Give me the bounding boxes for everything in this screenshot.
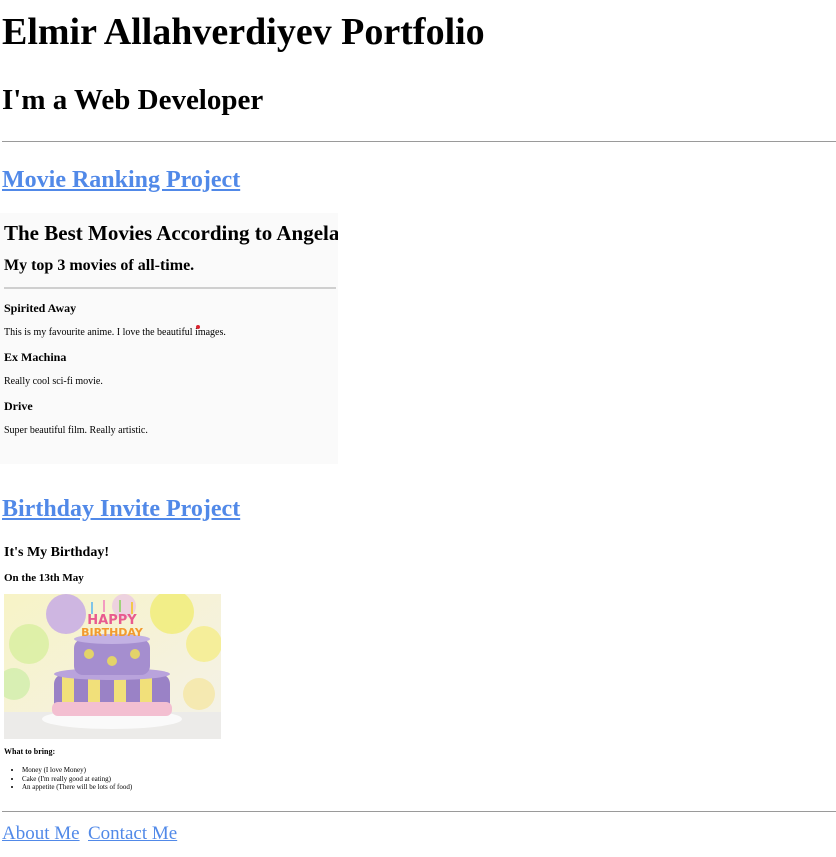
birthday-cake-image: HAPPY BIRTHDAY bbox=[4, 594, 221, 739]
movie-ranking-project-link[interactable]: Movie Ranking Project bbox=[2, 166, 240, 194]
page-subtitle: I'm a Web Developer bbox=[2, 84, 264, 116]
birthday-invite-project-link[interactable]: Birthday Invite Project bbox=[2, 495, 240, 523]
preview-movie-description: Super beautiful film. Really artistic. bbox=[4, 425, 148, 436]
preview-movie-description: Really cool sci-fi movie. bbox=[4, 376, 103, 387]
contact-me-link[interactable]: Contact Me bbox=[88, 823, 177, 845]
list-item: Money (I love Money) bbox=[22, 766, 132, 775]
page-title: Elmir Allahverdiyev Portfolio bbox=[2, 11, 485, 53]
divider-top bbox=[2, 141, 836, 142]
preview-movie-name: Ex Machina bbox=[4, 350, 67, 364]
preview-bring-heading: What to bring: bbox=[4, 747, 56, 756]
preview-bring-list: Money (I love Money) Cake (I'm really go… bbox=[4, 766, 132, 792]
about-me-link[interactable]: About Me bbox=[2, 823, 80, 845]
preview-movie-description: This is my favourite anime. I love the b… bbox=[4, 327, 226, 338]
svg-text:BIRTHDAY: BIRTHDAY bbox=[81, 626, 144, 639]
birthday-invite-preview-image[interactable]: It's My Birthday! On the 13th May HAPPY bbox=[0, 540, 300, 800]
preview-divider bbox=[4, 287, 336, 289]
divider-bottom bbox=[2, 811, 836, 812]
preview-movie-title: The Best Movies According to Angela bbox=[4, 221, 338, 245]
preview-birthday-date: On the 13th May bbox=[4, 572, 84, 584]
cursor-dot-icon bbox=[196, 325, 200, 329]
preview-movie-name: Drive bbox=[4, 399, 33, 413]
list-item: Cake (I'm really good at eating) bbox=[22, 775, 132, 784]
list-item: An appetite (There will be lots of food) bbox=[22, 783, 132, 792]
preview-movie-name: Spirited Away bbox=[4, 301, 77, 315]
movie-ranking-preview-image[interactable]: The Best Movies According to Angela My t… bbox=[0, 213, 338, 464]
preview-birthday-title: It's My Birthday! bbox=[4, 545, 109, 560]
preview-movie-subtitle: My top 3 movies of all-time. bbox=[4, 257, 195, 274]
